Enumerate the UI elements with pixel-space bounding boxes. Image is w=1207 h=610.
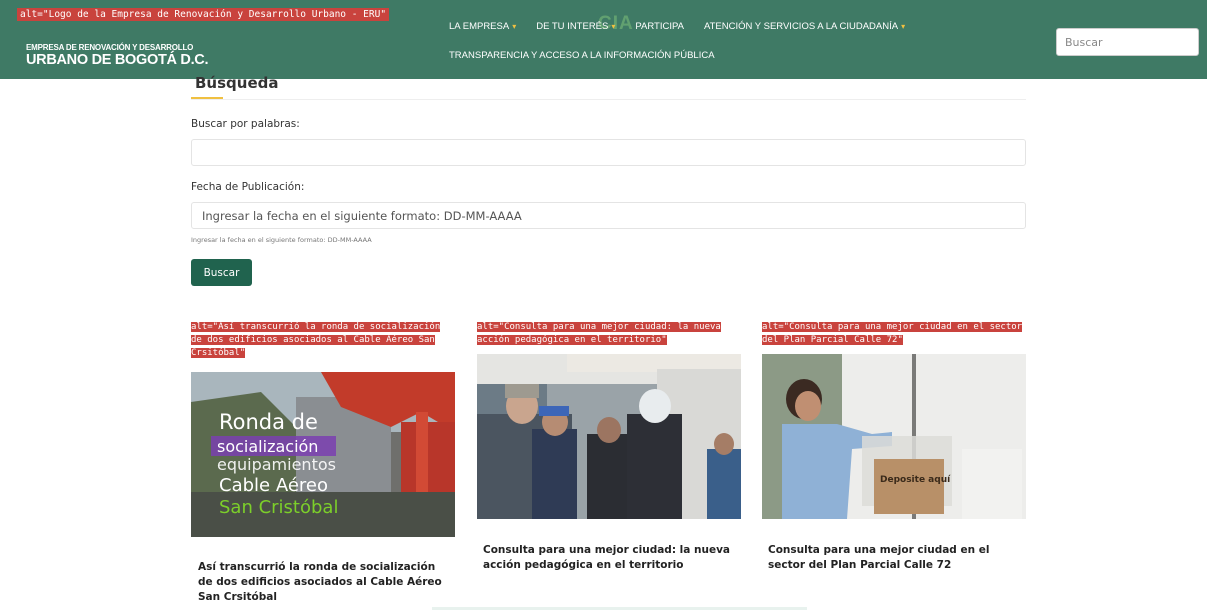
title-divider <box>191 99 1026 100</box>
image-alt-text: alt="Así transcurrió la ronda de sociali… <box>191 322 441 358</box>
words-label: Buscar por palabras: <box>191 118 300 130</box>
image-alt-text: alt="Consulta para una mejor ciudad: la … <box>477 322 721 345</box>
news-title[interactable]: Consulta para una mejor ciudad en el sec… <box>768 543 1023 573</box>
image-caption-text: Ronda de <box>219 410 318 434</box>
nav-label: PARTICIPA <box>635 21 684 32</box>
logo-alt-text: alt="Logo de la Empresa de Renovación y … <box>17 8 390 21</box>
chevron-down-icon: ▾ <box>512 22 517 31</box>
chevron-down-icon: ▾ <box>901 22 906 31</box>
news-image[interactable]: Ronda de socialización equipamientos Cab… <box>191 372 455 537</box>
logo-line-2[interactable]: URBANO DE BOGOTÁ D.C. <box>26 52 209 68</box>
nav-label: TRANSPARENCIA Y ACCESO A LA INFORMACIÓN … <box>449 50 715 61</box>
image-caption-text: equipamientos <box>217 455 336 474</box>
image-caption-text: Deposite aquí <box>880 475 951 485</box>
site-header: alt="Logo de la Empresa de Renovación y … <box>0 0 1207 79</box>
nav-atencion-servicios[interactable]: ATENCIÓN Y SERVICIOS A LA CIUDADANÍA ▾ <box>704 21 905 32</box>
date-label: Fecha de Publicación: <box>191 181 305 193</box>
main-nav-row-1: LA EMPRESA ▾ DE TU INTERÉS ▾ PARTICIPA A… <box>449 21 925 32</box>
news-title[interactable]: Así transcurrió la ronda de socializació… <box>198 560 453 605</box>
image-caption-text: socialización <box>217 437 318 456</box>
nav-label: ATENCIÓN Y SERVICIOS A LA CIUDADANÍA <box>703 21 899 32</box>
image-caption-text: San Cristóbal <box>219 497 338 518</box>
nav-participa[interactable]: PARTICIPA <box>635 21 684 32</box>
nav-transparencia[interactable]: TRANSPARENCIA Y ACCESO A LA INFORMACIÓN … <box>449 50 715 61</box>
nav-de-tu-interes[interactable]: DE TU INTERÉS ▾ <box>536 21 615 32</box>
keywords-input[interactable] <box>191 139 1026 166</box>
logo-line-1[interactable]: EMPRESA DE RENOVACIÓN Y DESARROLLO <box>26 43 193 52</box>
chevron-down-icon: ▾ <box>611 22 616 31</box>
news-title[interactable]: Consulta para una mejor ciudad: la nueva… <box>483 543 738 573</box>
date-format-hint: Ingresar la fecha en el siguiente format… <box>191 236 372 244</box>
nav-label: LA EMPRESA <box>449 21 510 32</box>
page-title: Búsqueda <box>195 74 279 92</box>
header-search-input[interactable] <box>1056 28 1199 56</box>
image-caption-text: Cable Aéreo <box>219 475 328 496</box>
news-image[interactable]: Deposite aquí <box>762 354 1026 519</box>
main-nav-row-2: TRANSPARENCIA Y ACCESO A LA INFORMACIÓN … <box>449 50 735 61</box>
publication-date-input[interactable] <box>191 202 1026 229</box>
news-image[interactable] <box>477 354 741 519</box>
image-alt-text: alt="Consulta para una mejor ciudad en e… <box>762 322 1023 345</box>
nav-la-empresa[interactable]: LA EMPRESA ▾ <box>449 21 516 32</box>
search-button[interactable]: Buscar <box>191 259 252 286</box>
nav-label: DE TU INTERÉS <box>536 21 609 32</box>
